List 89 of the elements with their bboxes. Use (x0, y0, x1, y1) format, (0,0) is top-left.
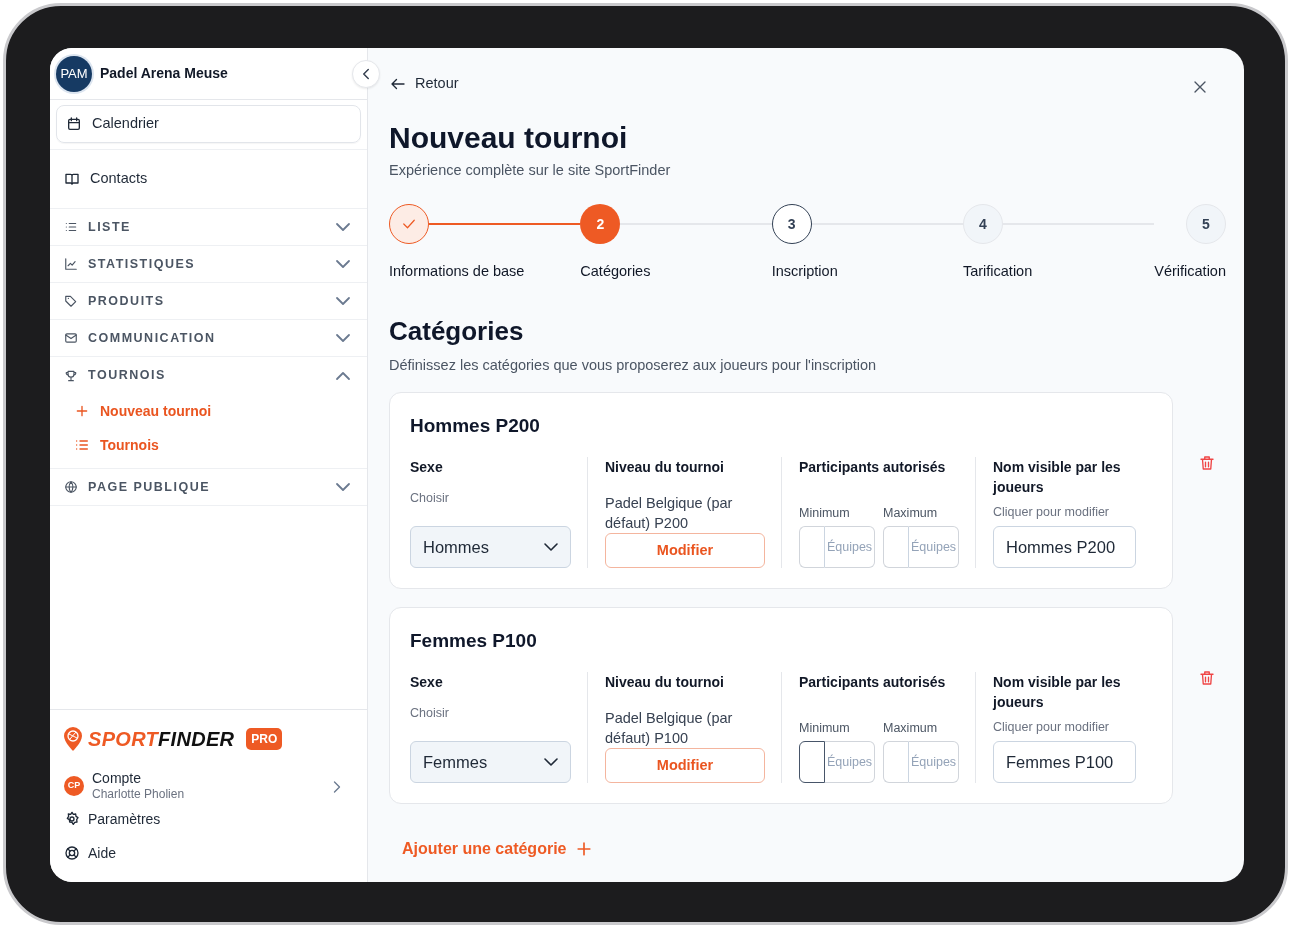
sidebar-subitem[interactable]: Nouveau tournoi (50, 394, 367, 428)
mail-icon (64, 331, 78, 345)
unit-label: Équipes (909, 741, 959, 783)
lifebuoy-icon (64, 845, 80, 861)
step-label: Vérification (1154, 262, 1226, 281)
step-circle[interactable] (389, 204, 429, 244)
modify-button[interactable]: Modifier (605, 748, 765, 783)
sidebar-section[interactable]: LISTE (50, 209, 367, 246)
step-circle[interactable]: 4 (962, 204, 1003, 244)
field-label: Niveau du tournoi (605, 673, 725, 692)
sex-select[interactable]: Hommes (410, 526, 571, 568)
name-field[interactable]: Hommes P200 (993, 526, 1136, 568)
field-label: Maximum (883, 505, 939, 521)
level-text: Padel Belgique (par défaut) P200 (605, 494, 734, 533)
sidebar-subitem[interactable]: Tournois (50, 428, 367, 462)
chevron-down-icon (336, 297, 350, 305)
modify-button[interactable]: Modifier (605, 533, 765, 568)
field-label: Sexe (410, 458, 444, 477)
sidebar[interactable]: PAM Padel Arena Meuse Calendrier Contacts LISTE STATISTIQUES PRODUITS COMMUNICATION TOURNOIS Nouveau tournoi Tournois PAGE PUBLIQUE SPORTFINDER PRO CP Compte Charlotte Pholien Paramètres Aide (50, 48, 368, 882)
page-title: Nouveau tournoi (389, 120, 629, 156)
category-title: Hommes P200 (410, 414, 541, 438)
globe-icon (64, 480, 78, 494)
page-subtitle: Expérience complète sur le site SportFinder (389, 161, 672, 180)
sidebar-link[interactable]: Paramètres (64, 802, 355, 836)
sidebar-section[interactable]: PRODUITS (50, 283, 367, 320)
name-field[interactable]: Femmes P100 (993, 741, 1136, 783)
tag-icon (64, 294, 78, 308)
field-label: Sexe (410, 673, 444, 692)
field-label: Participants autorisés (799, 458, 947, 477)
chevron-down-icon (336, 483, 350, 491)
user-avatar: CP (64, 776, 84, 796)
section-title: Catégories (389, 315, 525, 347)
calendar-icon (66, 116, 82, 132)
account-row[interactable]: CP Compte Charlotte Pholien (64, 770, 355, 802)
sidebar-section[interactable]: STATISTIQUES (50, 246, 367, 283)
chevron-down-icon (544, 758, 558, 766)
chart-icon (64, 257, 78, 271)
sex-select[interactable]: Femmes (410, 741, 571, 783)
plus-icon (74, 403, 90, 419)
settings-icon (64, 811, 80, 827)
number-field[interactable] (799, 741, 825, 783)
account-label: Compte (92, 770, 143, 786)
user-name: Charlotte Pholien (92, 786, 185, 802)
sidebar-section[interactable]: COMMUNICATION (50, 320, 367, 357)
step-label: Inscription (771, 262, 839, 281)
field-label: Participants autorisés (799, 673, 947, 692)
unit-label: Équipes (909, 526, 959, 568)
field-label: Nom visible par les joueurs (993, 458, 1122, 497)
field-label: Niveau du tournoi (605, 458, 725, 477)
map-pin-icon (64, 727, 82, 751)
sidebar-link[interactable]: Calendrier (56, 105, 361, 143)
sidebar-link[interactable]: Aide (64, 836, 355, 870)
unit-label: Équipes (825, 741, 875, 783)
unit-label: Équipes (825, 526, 875, 568)
chevron-up-icon (336, 371, 350, 380)
step-circle[interactable]: 5 (1186, 204, 1226, 244)
step-label: Catégories (580, 262, 652, 281)
list-icon (74, 437, 90, 453)
trash-icon (1198, 453, 1216, 472)
field-hint: Choisir (410, 490, 450, 507)
chevron-down-icon (336, 260, 350, 268)
chevron-down-icon (336, 223, 350, 231)
trash-icon (1198, 668, 1216, 687)
brand-logo-text: SPORT (88, 727, 159, 752)
step-label: Informations de base (389, 262, 526, 281)
field-label: Nom visible par les joueurs (993, 673, 1122, 712)
trophy-icon (64, 368, 78, 383)
sidebar-link[interactable]: Contacts (56, 155, 361, 202)
sidebar-section[interactable]: PAGE PUBLIQUE (50, 469, 367, 506)
pro-badge: PRO (246, 728, 283, 750)
chevron-down-icon (544, 543, 558, 551)
field-hint: Cliquer pour modifier (993, 504, 1111, 521)
venue-name: Padel Arena Meuse (100, 64, 228, 83)
field-hint: Choisir (410, 705, 450, 722)
back-button[interactable]: Retour (389, 74, 459, 94)
step-label: Tarification (962, 262, 1034, 281)
field-hint: Cliquer pour modifier (993, 719, 1111, 736)
field-label: Maximum (883, 720, 939, 736)
field-label: Minimum (799, 505, 851, 521)
brand-logo-text: FINDER (158, 727, 235, 752)
level-text: Padel Belgique (par défaut) P100 (605, 709, 734, 748)
sidebar-section[interactable]: TOURNOIS (50, 357, 367, 394)
chevron-down-icon (336, 334, 350, 342)
field-label: Minimum (799, 720, 851, 736)
section-description: Définissez les catégories que vous proposerez aux joueurs pour l'inscription (389, 356, 878, 375)
venue-avatar: PAM (56, 55, 92, 92)
step-circle[interactable]: 3 (771, 204, 812, 244)
list-icon (64, 220, 78, 234)
category-title: Femmes P100 (410, 629, 538, 653)
